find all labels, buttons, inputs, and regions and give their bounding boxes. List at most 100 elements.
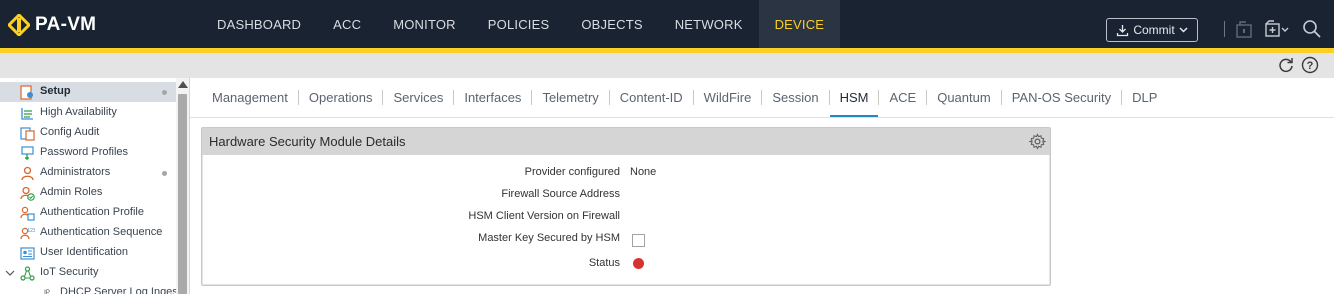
provider-configured-label: Provider configured [524, 166, 620, 178]
admin-roles-icon [20, 186, 35, 201]
tab-label: WildFire [703, 90, 752, 105]
tab-operations[interactable]: Operations [299, 78, 383, 117]
sidebar-item-label: High Availability [40, 106, 117, 118]
gear-icon[interactable] [1029, 133, 1046, 150]
tab-content-id[interactable]: Content-ID [610, 78, 693, 117]
panel-body: Provider configured None Firewall Source… [202, 155, 1050, 285]
tab-services[interactable]: Services [383, 78, 453, 117]
firewall-source-address-label: Firewall Source Address [501, 188, 620, 200]
lock-icon[interactable] [1234, 19, 1254, 39]
nav-label: ACC [333, 16, 362, 32]
nav-policies[interactable]: POLICIES [472, 0, 566, 48]
dhcp-icon: IP [44, 290, 50, 294]
divider [190, 117, 1334, 118]
tab-label: Telemetry [542, 90, 599, 105]
panel-header: Hardware Security Module Details [202, 128, 1050, 155]
tab-label: Services [393, 90, 444, 105]
nav-monitor[interactable]: MONITOR [377, 0, 472, 48]
scroll-up-arrow-icon[interactable] [178, 81, 188, 88]
setup-icon [20, 85, 33, 100]
app-name: PA-VM [35, 14, 97, 35]
commit-button[interactable]: Commit [1106, 18, 1198, 42]
tab-ace[interactable]: ACE [879, 78, 926, 117]
auth-profile-icon [20, 206, 35, 221]
nav-label: OBJECTS [581, 16, 643, 32]
provider-configured-value: None [630, 166, 657, 178]
sidebar-item-label: Admin Roles [40, 186, 103, 198]
divider [1224, 21, 1225, 37]
chevron-down-icon[interactable] [4, 267, 16, 279]
audit-icon [20, 127, 35, 141]
toolbar [0, 53, 1334, 78]
tab-pan-os-security[interactable]: PAN-OS Security [1002, 78, 1121, 117]
refresh-icon[interactable] [1277, 56, 1295, 74]
main-nav: DASHBOARD ACC MONITOR POLICIES OBJECTS N… [201, 0, 841, 48]
sidebar-item-label: Authentication Sequence [40, 226, 163, 238]
tab-telemetry[interactable]: Telemetry [532, 78, 608, 117]
panel-inner-border [202, 155, 1050, 285]
tab-label: Management [212, 90, 288, 105]
hsm-client-version-label: HSM Client Version on Firewall [468, 210, 620, 222]
commit-label: Commit [1133, 23, 1175, 37]
tab-label: ACE [889, 90, 917, 105]
sidebar-item-password-profiles[interactable]: Password Profiles [0, 143, 176, 163]
tab-hsm[interactable]: HSM [829, 78, 879, 117]
tab-label: PAN-OS Security [1011, 90, 1112, 105]
svg-text:IP: IP [44, 290, 50, 294]
svg-text:?: ? [1307, 60, 1314, 72]
sidebar-item-admin-roles[interactable]: Admin Roles [0, 183, 176, 203]
nav-label: DASHBOARD [217, 16, 302, 32]
tab-wildfire[interactable]: WildFire [694, 78, 762, 117]
chevron-down-icon [1179, 27, 1188, 33]
nav-device[interactable]: DEVICE [758, 0, 841, 48]
tab-bar: Management Operations Services Interface… [202, 78, 1167, 117]
tab-dlp[interactable]: DLP [1122, 78, 1167, 117]
sidebar-item-label: Administrators [40, 166, 111, 178]
tab-label: DLP [1132, 90, 1158, 105]
search-icon[interactable] [1302, 19, 1322, 39]
nav-label: MONITOR [393, 16, 456, 32]
status-label: Status [588, 257, 620, 269]
tab-management[interactable]: Management [202, 78, 298, 117]
auth-sequence-icon: 123 [20, 227, 35, 240]
master-key-secured-label: Master Key Secured by HSM [478, 232, 620, 244]
sidebar-item-authentication-sequence[interactable]: 123 Authentication Sequence [0, 223, 176, 243]
nav-objects[interactable]: OBJECTS [565, 0, 658, 48]
admin-icon [21, 166, 34, 181]
sidebar-item-config-audit[interactable]: Config Audit [0, 123, 176, 143]
status-dot [162, 171, 167, 176]
sidebar-item-dhcp-server-log-ingestion[interactable]: IP DHCP Server Log Ingestion [0, 283, 189, 294]
sidebar-item-label: DHCP Server Log Ingestion [60, 286, 190, 294]
tab-quantum[interactable]: Quantum [927, 78, 1000, 117]
logo[interactable]: PA-VM [8, 14, 96, 36]
tab-label: Session [772, 90, 819, 105]
sidebar-item-label: Authentication Profile [40, 206, 144, 218]
tab-interfaces[interactable]: Interfaces [454, 78, 531, 117]
tab-session[interactable]: Session [762, 78, 828, 117]
sidebar-item-administrators[interactable]: Administrators [0, 163, 176, 183]
sidebar-item-authentication-profile[interactable]: Authentication Profile [0, 203, 176, 223]
password-icon [21, 146, 34, 160]
nav-network[interactable]: NETWORK [659, 0, 759, 48]
nav-dashboard[interactable]: DASHBOARD [201, 0, 317, 48]
hsm-details-panel: Hardware Security Module Details Provide… [201, 127, 1051, 286]
sidebar-item-label: IoT Security [40, 266, 99, 278]
sidebar-item-setup[interactable]: Setup [0, 82, 176, 102]
nav-label: NETWORK [674, 16, 743, 32]
sidebar-item-label: Setup [40, 85, 71, 97]
scrollbar-thumb[interactable] [178, 94, 187, 294]
top-navigation-bar: PA-VM DASHBOARD ACC MONITOR POLICIES OBJ… [0, 0, 1334, 48]
nav-acc[interactable]: ACC [317, 0, 377, 48]
sidebar-item-iot-security[interactable]: IoT Security [0, 263, 176, 283]
master-key-secured-checkbox[interactable] [632, 234, 645, 247]
tab-label: Operations [308, 90, 373, 105]
config-icon[interactable] [1264, 19, 1290, 39]
sidebar: Setup High Availability Config Audit Pas… [0, 78, 190, 294]
sidebar-item-high-availability[interactable]: High Availability [0, 103, 176, 123]
ha-icon [21, 108, 33, 120]
sidebar-item-user-identification[interactable]: User Identification [0, 243, 176, 263]
help-icon[interactable]: ? [1301, 56, 1319, 74]
tab-label: Quantum [937, 90, 991, 105]
tab-label: HSM [839, 90, 869, 105]
sidebar-item-label: User Identification [40, 246, 129, 258]
